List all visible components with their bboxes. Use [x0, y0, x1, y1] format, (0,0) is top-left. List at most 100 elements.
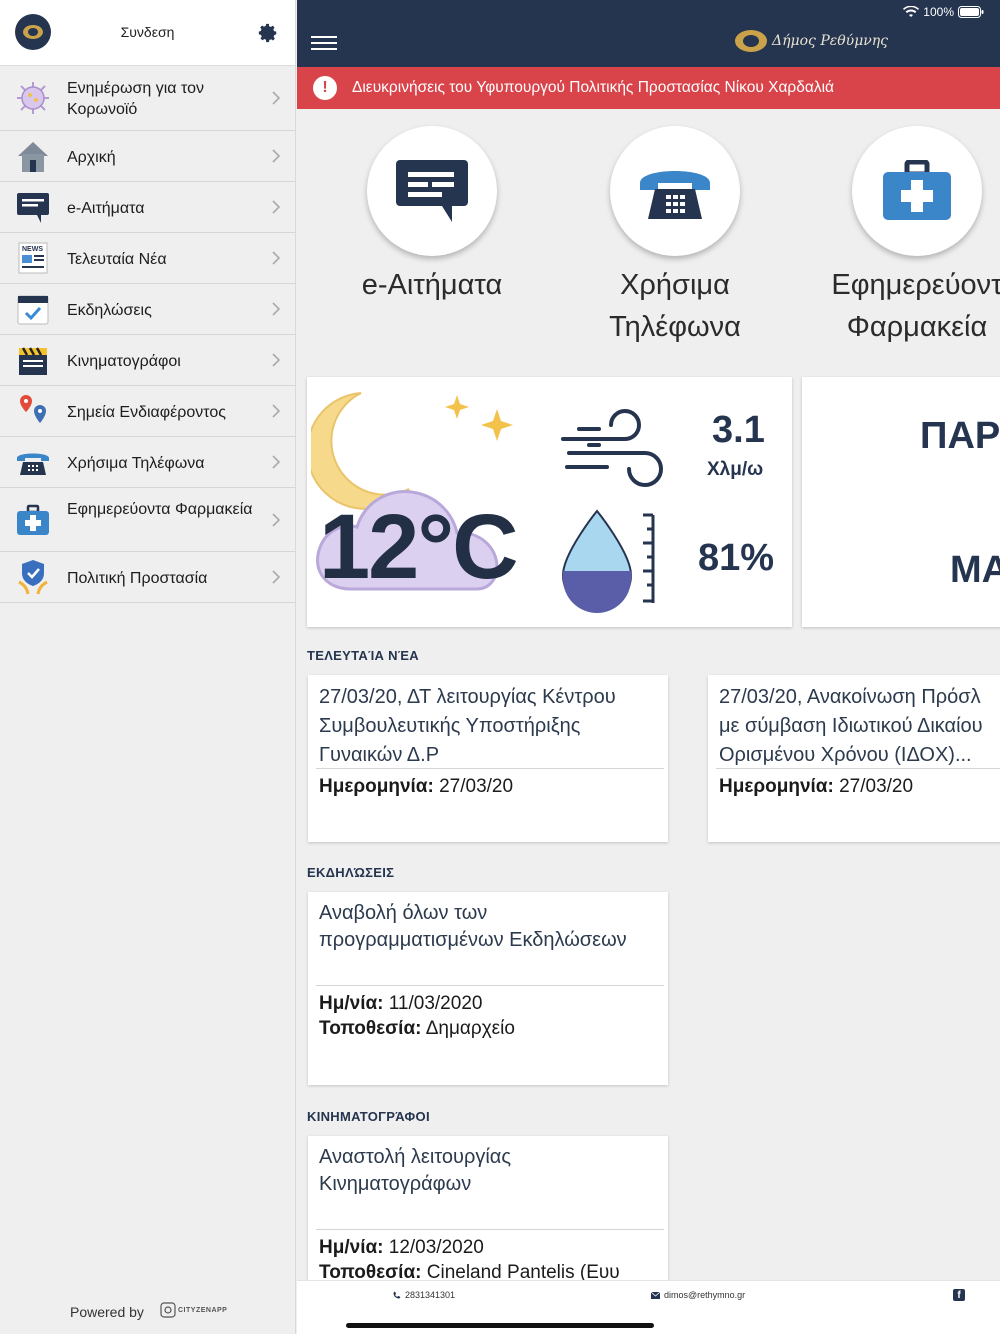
- telephone-icon: [14, 443, 52, 481]
- news-card[interactable]: 27/03/20, Ανακοίνωση Πρόσλ με σύμβαση Ιδ…: [708, 675, 1000, 842]
- location-label: Τοποθεσία:: [319, 1018, 422, 1039]
- quick-action-useful-phones[interactable]: Χρήσιμα Τηλέφωνα: [540, 126, 810, 348]
- footer-email: dimos@rethymno.gr: [664, 1290, 746, 1300]
- chevron-right-icon: [272, 149, 281, 163]
- chevron-right-icon: [272, 570, 281, 584]
- chevron-right-icon: [272, 302, 281, 316]
- sidebar-item-label: Εφημερεύοντα Φαρμακεία: [67, 501, 253, 518]
- info-card-line2: ΜΑ: [950, 549, 1000, 591]
- sidebar-item-home[interactable]: Αρχική: [0, 131, 296, 182]
- news-card-date: Ημερομηνία: 27/03/20: [719, 776, 913, 798]
- date-label: Ημ/νία:: [319, 993, 384, 1014]
- powered-by-label: Powered by: [70, 1304, 144, 1320]
- footer: 2831341301 dimos@rethymno.gr f: [297, 1280, 1000, 1334]
- sidebar-item-label: Χρήσιμα Τηλέφωνα: [67, 455, 205, 472]
- facebook-icon[interactable]: f: [953, 1289, 965, 1301]
- cinemas-heading: ΚΙΝΗΜΑΤΟΓΡΆΦΟΙ: [307, 1109, 430, 1124]
- cinema-card[interactable]: Αναστολή λειτουργίας Κινηματογράφων Ημ/ν…: [308, 1136, 668, 1286]
- exclamation-icon: !: [313, 76, 337, 100]
- brand-logo[interactable]: Δήμος Ρεθύμνης: [734, 28, 888, 54]
- sidebar-item-points-of-interest[interactable]: Σημεία Ενδιαφέροντος: [0, 386, 296, 437]
- sidebar-item-label: Πολιτική Προστασία: [67, 570, 208, 587]
- news-card[interactable]: 27/03/20, ΔΤ λειτουργίας Κέντρου Συμβουλ…: [308, 675, 668, 842]
- phone-icon: [393, 1291, 401, 1299]
- first-aid-kit-icon: [852, 126, 982, 256]
- cinema-card-title: Αναστολή λειτουργίας Κινηματογράφων: [319, 1146, 511, 1195]
- date-label: Ημ/νία:: [319, 1237, 384, 1258]
- event-card-location: Τοποθεσία: Δημαρχείο: [319, 1018, 515, 1040]
- date-value: 27/03/20: [439, 776, 514, 797]
- cityzenapp-logo-icon: [160, 1302, 176, 1318]
- wind-icon: [561, 409, 663, 487]
- sidebar-item-latest-news[interactable]: NEWS Τελευταία Νέα: [0, 233, 296, 284]
- date-value: 27/03/20: [839, 776, 914, 797]
- quick-action-label: e-Αιτήματα: [361, 269, 503, 301]
- quick-action-label: Χρήσιμα: [620, 269, 730, 301]
- side-menu: Συνδεση Ενημέρωση για τον Κορωνοϊό Αρχικ…: [0, 0, 296, 1334]
- quick-action-label: Εφημερεύοντ: [831, 269, 1000, 301]
- info-card[interactable]: ΠΑΡ ΜΑ: [802, 377, 1000, 627]
- chevron-right-icon: [272, 200, 281, 214]
- wind-speed-value: 3.1: [712, 409, 765, 451]
- chevron-right-icon: [272, 455, 281, 469]
- home-indicator: [346, 1323, 654, 1328]
- hamburger-menu-icon[interactable]: [311, 36, 337, 54]
- sidebar-item-label: Εκδηλώσεις: [67, 302, 152, 319]
- news-card-title-line1: 27/03/20, Ανακοίνωση Πρόσλ: [719, 686, 981, 708]
- sidebar-item-events[interactable]: Εκδηλώσεις: [0, 284, 296, 335]
- newspaper-icon: NEWS: [14, 239, 52, 277]
- date-label: Ημερομηνία:: [319, 776, 434, 797]
- sidebar-item-useful-phones[interactable]: Χρήσιμα Τηλέφωνα: [0, 437, 296, 488]
- chevron-right-icon: [272, 513, 281, 527]
- sidebar-item-label: Σημεία Ενδιαφέροντος: [67, 404, 226, 421]
- event-card-title: Αναβολή όλων των προγραμματισμένων Εκδηλ…: [319, 902, 627, 951]
- sidebar-item-cinemas[interactable]: Κινηματογράφοι: [0, 335, 296, 386]
- home-icon: [14, 137, 52, 175]
- cityzenapp-logo-text: CITYZENAPP: [178, 1306, 228, 1314]
- sidebar-item-label: Αρχική: [67, 149, 116, 166]
- news-card-title: 27/03/20, ΔΤ λειτουργίας Κέντρου Συμβουλ…: [319, 686, 616, 766]
- first-aid-kit-icon: [14, 501, 52, 539]
- chevron-right-icon: [272, 91, 281, 105]
- alert-text: Διευκρινήσεις του Υφυπουργού Πολιτικής Π…: [352, 79, 834, 96]
- event-card[interactable]: Αναβολή όλων των προγραμματισμένων Εκδηλ…: [308, 892, 668, 1085]
- map-pin-icon: [14, 392, 52, 430]
- chat-icon: [14, 188, 52, 226]
- footer-phone-link[interactable]: 2831341301: [393, 1290, 455, 1300]
- sidebar-item-label: Ενημέρωση για τον Κορωνοϊό: [67, 80, 204, 118]
- weather-card[interactable]: 12°C 3.1 Χλμ/ω 81%: [307, 377, 792, 627]
- news-card-title-line3: Ορισμένου Χρόνου (ΙΔΟΧ)...: [719, 744, 972, 766]
- sidebar-item-label: Τελευταία Νέα: [67, 251, 167, 268]
- location-value: Δημαρχείο: [425, 1018, 515, 1039]
- municipality-emblem-icon: [735, 30, 767, 52]
- main-content: 100% Δήμος Ρεθύμνης ! Διευκρινήσεις του …: [297, 0, 1000, 1334]
- status-bar: 100%: [903, 5, 984, 19]
- cityzenapp-logo[interactable]: CITYZENAPP: [160, 1302, 227, 1318]
- brand-name: Δήμος Ρεθύμνης: [772, 33, 889, 49]
- news-card-title-line2: με σύμβαση Ιδιωτικού Δικαίου: [719, 715, 983, 737]
- date-label: Ημερομηνία:: [719, 776, 834, 797]
- cinema-card-date: Ημ/νία: 12/03/2020: [319, 1237, 484, 1259]
- quick-action-pharmacies[interactable]: Εφημερεύοντ Φαρμακεία: [782, 126, 1000, 348]
- footer-phone: 2831341301: [405, 1290, 456, 1300]
- settings-gear-icon[interactable]: [257, 22, 279, 44]
- quick-action-label-line2: Τηλέφωνα: [609, 311, 741, 343]
- sidebar-item-label: e-Αιτήματα: [67, 200, 145, 217]
- sidebar-item-e-requests[interactable]: e-Αιτήματα: [0, 182, 296, 233]
- chevron-right-icon: [272, 353, 281, 367]
- quick-action-e-requests[interactable]: e-Αιτήματα: [297, 126, 567, 306]
- sidebar-item-pharmacies[interactable]: Εφημερεύοντα Φαρμακεία: [0, 488, 296, 552]
- event-card-date: Ημ/νία: 11/03/2020: [319, 993, 482, 1015]
- login-button[interactable]: Συνδεση: [60, 24, 235, 40]
- divider: [716, 768, 1000, 769]
- sidebar-item-coronavirus[interactable]: Ενημέρωση για τον Κορωνοϊό: [0, 66, 296, 131]
- footer-email-link[interactable]: dimos@rethymno.gr: [651, 1290, 745, 1300]
- battery-percentage: 100%: [923, 5, 954, 19]
- sidebar-item-civil-protection[interactable]: Πολιτική Προστασία: [0, 552, 296, 603]
- calendar-icon: [14, 290, 52, 328]
- chevron-right-icon: [272, 251, 281, 265]
- chevron-right-icon: [272, 404, 281, 418]
- alert-banner[interactable]: ! Διευκρινήσεις του Υφυπουργού Πολιτικής…: [297, 67, 1000, 109]
- envelope-icon: [651, 1291, 660, 1299]
- sidebar-item-label: Κινηματογράφοι: [67, 353, 181, 370]
